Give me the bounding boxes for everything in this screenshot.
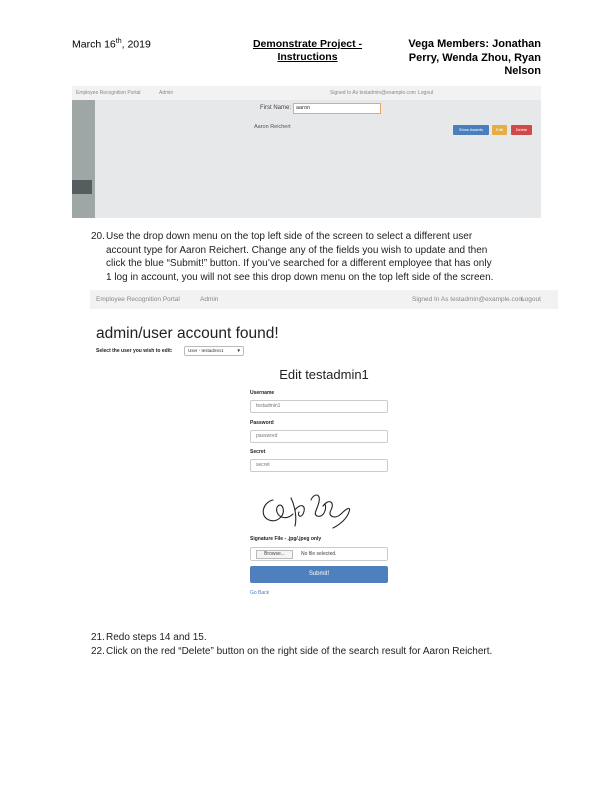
step-22: 22. Click on the red “Delete” button on …	[91, 645, 541, 659]
edit-button[interactable]: Edit	[492, 125, 507, 135]
logout-link[interactable]: Logout	[418, 90, 433, 96]
sidebar	[72, 100, 95, 218]
top-navbar: Employee Recognition Portal Admin Signed…	[72, 86, 541, 100]
logout-link[interactable]: Logout	[521, 296, 541, 303]
password-label: Password	[250, 420, 274, 426]
step-number: 20.	[91, 231, 105, 242]
sidebar-user-type-dropdown[interactable]	[72, 180, 92, 194]
result-employee-name: Aaron Reichert	[254, 124, 291, 130]
document-date: March 16th, 2019	[72, 38, 151, 51]
document-members: Vega Members: Jonathan Perry, Wenda Zhou…	[408, 38, 541, 77]
signature-file-label: Signature File - .jpg/.jpeg only	[250, 536, 322, 542]
first-name-input[interactable]: aaron	[293, 103, 381, 114]
signed-in-text: Signed In As testadmin@example.com	[330, 90, 416, 96]
step-text: Use the drop down menu on the top left s…	[106, 231, 494, 283]
screenshot-edit-account: Employee Recognition Portal Admin Signed…	[90, 290, 558, 605]
username-label: Username	[250, 390, 275, 396]
select-user-label: Select the user you wish to edit:	[96, 348, 173, 354]
nav-brand[interactable]: Employee Recognition Portal	[96, 296, 180, 303]
step-20: 20. Use the drop down menu on the top le…	[91, 230, 541, 290]
step-21: 21. Redo steps 14 and 15.	[91, 631, 541, 645]
screenshot-search-result: Employee Recognition Portal Admin Signed…	[72, 86, 541, 218]
step-number: 21.	[91, 632, 105, 643]
no-file-text: No file selected.	[301, 551, 337, 557]
secret-label: Secret	[250, 449, 266, 455]
go-back-link[interactable]: Go Back	[250, 590, 269, 596]
nav-brand[interactable]: Employee Recognition Portal	[76, 90, 140, 96]
chevron-down-icon: ▼	[236, 348, 241, 353]
signed-in-text: Signed In As testadmin@example.com	[412, 296, 524, 303]
user-select-value: User - testadmin1	[188, 348, 224, 353]
signature-image	[262, 494, 351, 529]
secret-input[interactable]: secret	[250, 459, 388, 472]
nav-admin-link[interactable]: Admin	[159, 90, 173, 96]
browse-button[interactable]: Browse...	[256, 550, 293, 559]
step-text: Click on the red “Delete” button on the …	[106, 646, 493, 657]
signature-file-input[interactable]: Browse... No file selected.	[250, 547, 388, 561]
first-name-label: First Name:	[260, 105, 292, 111]
step-text: Redo steps 14 and 15.	[106, 632, 207, 643]
account-found-heading: admin/user account found!	[96, 325, 279, 342]
username-input[interactable]: testadmin1	[250, 400, 388, 413]
nav-admin-link[interactable]: Admin	[200, 296, 218, 303]
password-input[interactable]: password	[250, 430, 388, 443]
user-select-dropdown[interactable]: User - testadmin1 ▼	[184, 346, 244, 356]
edit-title: Edit testadmin1	[279, 367, 369, 382]
show-awards-button[interactable]: Show Awards	[453, 125, 489, 135]
submit-button[interactable]: Submit!	[250, 566, 388, 583]
delete-button[interactable]: Delete	[511, 125, 532, 135]
document-title: Demonstrate Project - Instructions	[252, 38, 363, 63]
step-number: 22.	[91, 646, 105, 657]
top-navbar: Employee Recognition Portal Admin Signed…	[90, 290, 558, 309]
